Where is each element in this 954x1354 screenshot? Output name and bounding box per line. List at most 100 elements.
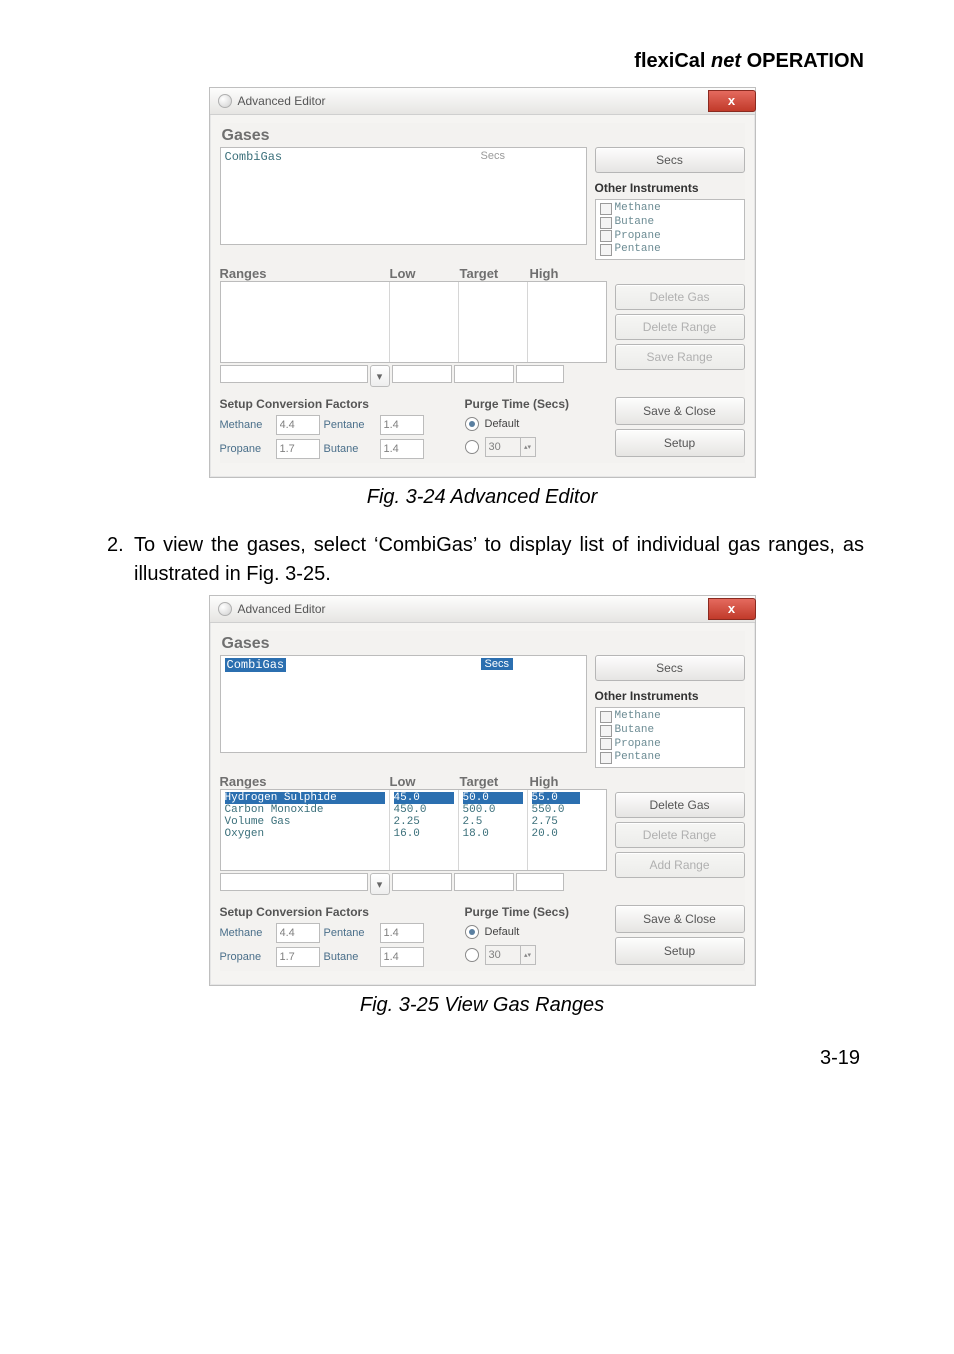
list-item[interactable]: Propane [615,230,661,244]
other-instruments-list[interactable]: Methane Butane Propane Pentane [595,707,745,768]
ranges-label: Ranges [220,774,390,789]
window-title: Advanced Editor [238,602,326,616]
table-cell[interactable]: 550.0 [532,804,580,816]
dropdown-icon[interactable]: ▾ [370,365,390,387]
checkbox[interactable] [600,725,612,737]
target-header: Target [460,774,530,789]
scf-name: Butane [324,951,376,963]
list-item[interactable]: Methane [615,202,661,216]
gases-label: Gases [220,123,745,147]
scf-input[interactable] [276,923,320,943]
checkbox[interactable] [600,203,612,215]
high-header: High [530,774,580,789]
secs-button[interactable]: Secs [595,655,745,681]
window-icon [218,602,232,616]
list-item[interactable]: Propane [615,738,661,752]
close-button[interactable]: x [708,598,756,620]
purge-default-radio[interactable] [465,417,479,431]
low-input[interactable] [392,873,452,891]
ranges-table[interactable]: Hydrogen SulphideCarbon MonoxideVolume G… [220,789,607,871]
fig-3-25-caption: Fig. 3-25 View Gas Ranges [100,994,864,1017]
delete-gas-button[interactable]: Delete Gas [615,284,745,310]
purge-default-radio[interactable] [465,925,479,939]
window-title: Advanced Editor [238,94,326,108]
table-cell[interactable]: Carbon Monoxide [225,804,385,816]
scf-input[interactable] [380,947,424,967]
table-cell[interactable]: 16.0 [394,828,454,840]
target-input[interactable] [454,873,514,891]
checkbox[interactable] [600,711,612,723]
ranges-label: Ranges [220,266,390,281]
delete-range-button[interactable]: Delete Range [615,314,745,340]
high-input[interactable] [516,365,564,383]
close-button[interactable]: x [708,90,756,112]
purge-custom-radio[interactable] [465,440,479,454]
table-cell[interactable]: 55.0 [532,792,580,804]
table-cell[interactable]: 20.0 [532,828,580,840]
list-item[interactable]: Pentane [615,243,661,257]
checkbox[interactable] [600,230,612,242]
table-cell[interactable]: 18.0 [463,828,523,840]
setup-button[interactable]: Setup [615,937,745,965]
add-range-button[interactable]: Add Range [615,852,745,878]
checkbox[interactable] [600,752,612,764]
high-input[interactable] [516,873,564,891]
purge-secs-spinner[interactable]: 30 ▴▾ [485,945,536,965]
table-cell[interactable]: Oxygen [225,828,385,840]
list-item[interactable]: Methane [615,710,661,724]
delete-gas-button[interactable]: Delete Gas [615,792,745,818]
checkbox[interactable] [600,244,612,256]
dropdown-icon[interactable]: ▾ [370,873,390,895]
spinner-arrows-icon[interactable]: ▴▾ [520,438,535,456]
table-cell[interactable]: 2.75 [532,816,580,828]
table-cell[interactable]: 450.0 [394,804,454,816]
range-name-input[interactable] [220,365,368,383]
setup-button[interactable]: Setup [615,429,745,457]
save-range-button[interactable]: Save Range [615,344,745,370]
delete-range-button[interactable]: Delete Range [615,822,745,848]
spinner-arrows-icon[interactable]: ▴▾ [520,946,535,964]
purge-default-label: Default [485,926,520,938]
table-cell[interactable]: Volume Gas [225,816,385,828]
secs-column-header: Secs [481,658,513,670]
scf-input[interactable] [380,439,424,459]
gases-listbox[interactable]: CombiGas Secs [220,147,587,245]
table-cell[interactable]: 45.0 [394,792,454,804]
scf-input[interactable] [276,415,320,435]
high-header: High [530,266,580,281]
scf-input[interactable] [276,947,320,967]
table-cell[interactable]: 500.0 [463,804,523,816]
checkbox[interactable] [600,738,612,750]
table-cell[interactable]: 2.25 [394,816,454,828]
scf-name: Propane [220,951,272,963]
ranges-table[interactable] [220,281,607,363]
secs-button[interactable]: Secs [595,147,745,173]
list-item[interactable]: Pentane [615,751,661,765]
scf-input[interactable] [380,415,424,435]
table-cell[interactable]: 2.5 [463,816,523,828]
other-instruments-list[interactable]: Methane Butane Propane Pentane [595,199,745,260]
table-cell[interactable]: 50.0 [463,792,523,804]
scf-name: Pentane [324,419,376,431]
purge-secs-spinner[interactable]: 30 ▴▾ [485,437,536,457]
other-instruments-label: Other Instruments [595,689,745,703]
purge-label: Purge Time (Secs) [465,397,605,411]
purge-custom-radio[interactable] [465,948,479,962]
list-item[interactable]: Butane [615,724,655,738]
list-item-selected[interactable]: CombiGas [225,658,287,672]
range-name-input[interactable] [220,873,368,891]
scf-name: Propane [220,443,272,455]
save-close-button[interactable]: Save & Close [615,397,745,425]
list-item[interactable]: Butane [615,216,655,230]
target-input[interactable] [454,365,514,383]
target-header: Target [460,266,530,281]
low-input[interactable] [392,365,452,383]
list-item[interactable]: CombiGas [225,150,283,164]
table-cell[interactable]: Hydrogen Sulphide [225,792,385,804]
scf-input[interactable] [380,923,424,943]
save-close-button[interactable]: Save & Close [615,905,745,933]
scf-input[interactable] [276,439,320,459]
gases-listbox[interactable]: CombiGas Secs [220,655,587,753]
checkbox[interactable] [600,217,612,229]
secs-column-header: Secs [481,150,505,162]
